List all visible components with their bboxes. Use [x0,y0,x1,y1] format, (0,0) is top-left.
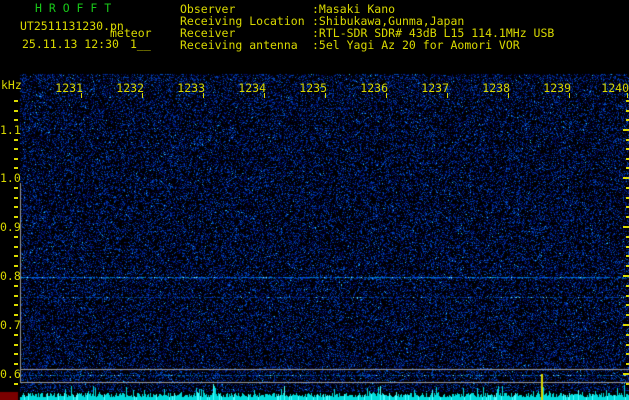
right-major-tick [623,324,629,326]
capture-filename: UT2511131230.pn [20,19,124,33]
freq-minor-tick [14,167,18,170]
time-tick [81,93,82,98]
app-title: H R O F F T [35,1,112,15]
freq-label-0.9: 0.9 [0,220,21,234]
right-major-tick [623,129,629,131]
freq-minor-tick [14,255,18,258]
freq-label-0.8: 0.8 [0,269,21,283]
freq-minor-tick [14,363,18,366]
freq-minor-tick [14,333,18,336]
time-tick [264,93,265,98]
freq-minor-tick [14,99,18,102]
freq-minor-tick [14,265,18,268]
time-tick [447,93,448,98]
freq-minor-tick [14,109,18,112]
time-label-1232: 1232 [116,81,144,95]
freq-minor-tick [14,294,18,297]
time-tick [386,93,387,98]
freq-minor-tick [14,216,18,219]
time-label-1233: 1233 [177,81,205,95]
right-major-tick [623,373,629,375]
time-label-1231: 1231 [55,81,83,95]
field-value-antenna: :5el Yagi Az 20 for Aomori VOR [312,38,520,52]
freq-label-0.7: 0.7 [0,318,21,332]
time-label-1234: 1234 [238,81,266,95]
freq-minor-tick [14,157,18,160]
hrofft-screen: H R O F F T UT2511131230.pn m̈eteor 25.1… [0,0,629,400]
time-tick [142,93,143,98]
time-label-1237: 1237 [421,81,449,95]
freq-minor-tick [14,148,18,151]
freq-minor-tick [14,235,18,238]
time-label-1235: 1235 [299,81,327,95]
freq-minor-tick [14,138,18,141]
freq-label-0.6: 0.6 [0,367,21,381]
freq-minor-tick [14,245,18,248]
freq-label-1.0: 1.0 [0,171,21,185]
freq-minor-tick [14,314,18,317]
echo-count: 1__ [130,37,151,51]
freq-minor-tick [14,382,18,385]
freq-minor-tick [14,284,18,287]
freq-minor-tick [14,196,18,199]
time-tick [325,93,326,98]
field-label-antenna: Receiving antenna [180,38,298,52]
time-label-1238: 1238 [482,81,510,95]
right-major-tick [623,177,629,179]
time-tick [627,93,628,98]
spectrogram-canvas [0,0,629,400]
time-tick [508,93,509,98]
capture-datetime: 25.11.13 12:30 [22,37,119,51]
freq-minor-tick [14,206,18,209]
time-label-1236: 1236 [360,81,388,95]
freq-minor-tick [14,119,18,122]
time-label-1239: 1239 [543,81,571,95]
time-tick [203,93,204,98]
right-major-tick [623,275,629,277]
freq-unit-label: kHz [1,78,22,92]
freq-minor-tick [14,353,18,356]
freq-minor-tick [14,186,18,189]
freq-label-1.1: 1.1 [0,123,21,137]
time-label-1240: 1240 [601,81,629,95]
time-tick [569,93,570,98]
right-major-tick [623,226,629,228]
freq-minor-tick [14,304,18,307]
freq-minor-tick [14,343,18,346]
